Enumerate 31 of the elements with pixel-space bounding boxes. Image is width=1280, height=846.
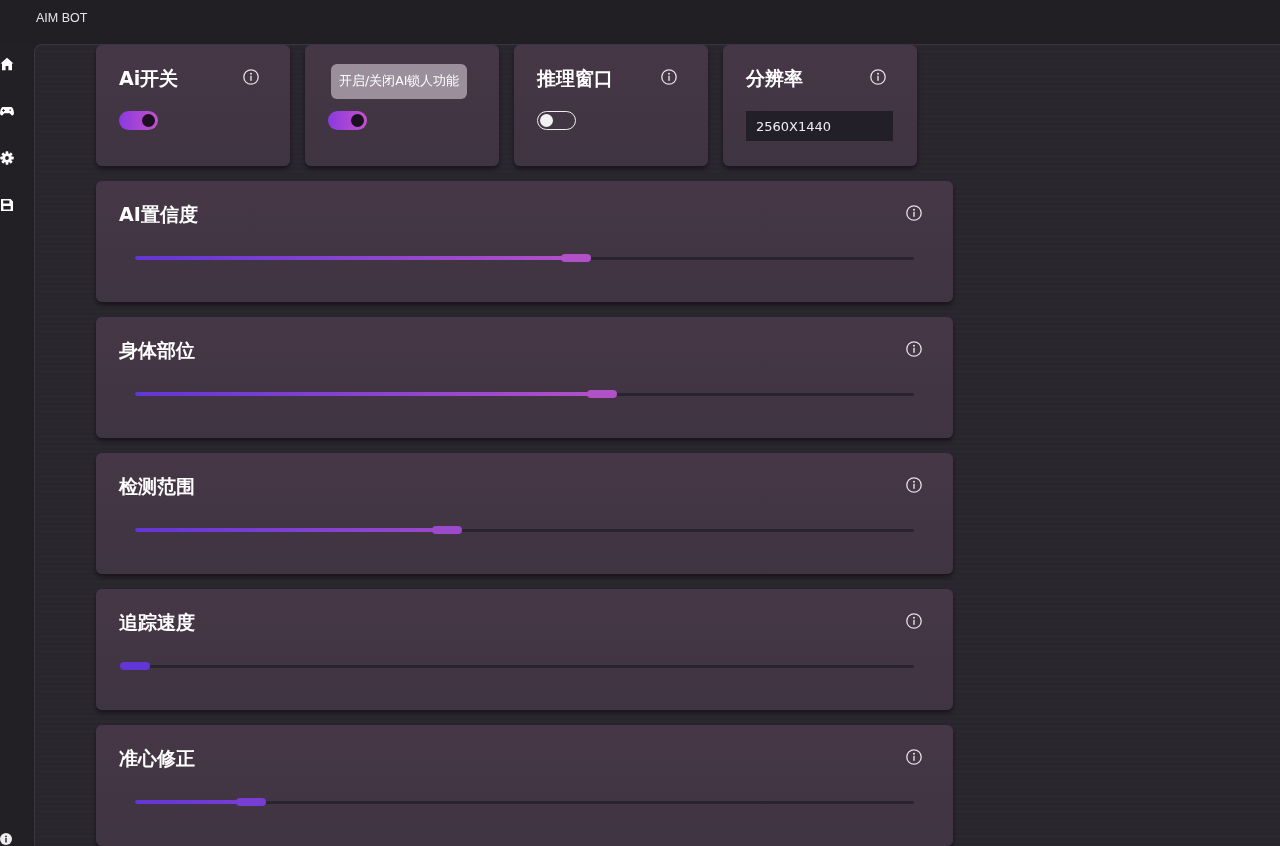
info-icon[interactable] xyxy=(906,612,922,629)
slider-title: AI置信度 xyxy=(119,203,198,225)
slider-thumb[interactable] xyxy=(431,526,462,534)
tooltip: 开启/关闭AI锁人功能 xyxy=(331,64,468,99)
slider-thumb[interactable] xyxy=(560,254,591,262)
info-icon[interactable] xyxy=(870,68,886,85)
slider-thumb[interactable] xyxy=(236,798,267,806)
toggle-switch[interactable] xyxy=(328,111,367,130)
info-icon[interactable] xyxy=(906,204,922,221)
slider-thumb[interactable] xyxy=(120,662,150,670)
info-icon[interactable] xyxy=(906,476,922,493)
info-icon[interactable] xyxy=(243,68,259,85)
save-icon[interactable] xyxy=(0,198,14,212)
slider-title: 检测范围 xyxy=(119,475,195,497)
toggle-switch[interactable] xyxy=(119,111,158,130)
slider-title: 准心修正 xyxy=(119,747,195,769)
gear-icon[interactable] xyxy=(0,151,14,165)
resolution-field[interactable]: 2560X1440 xyxy=(746,111,893,141)
slider-title: 追踪速度 xyxy=(119,611,195,633)
info-icon[interactable] xyxy=(906,748,922,765)
slider-thumb[interactable] xyxy=(587,390,618,398)
home-icon[interactable] xyxy=(0,57,14,71)
info-icon[interactable] xyxy=(661,68,677,85)
card-title: 分辨率 xyxy=(746,67,803,89)
info-icon[interactable] xyxy=(0,833,12,845)
gamepad-icon[interactable] xyxy=(0,104,14,118)
window-title: AIM BOT xyxy=(36,11,88,25)
slider-title: 身体部位 xyxy=(119,339,195,361)
info-icon[interactable] xyxy=(906,340,922,357)
card-title: 推理窗口 xyxy=(537,67,613,89)
card-title: Ai开关 xyxy=(119,67,179,89)
